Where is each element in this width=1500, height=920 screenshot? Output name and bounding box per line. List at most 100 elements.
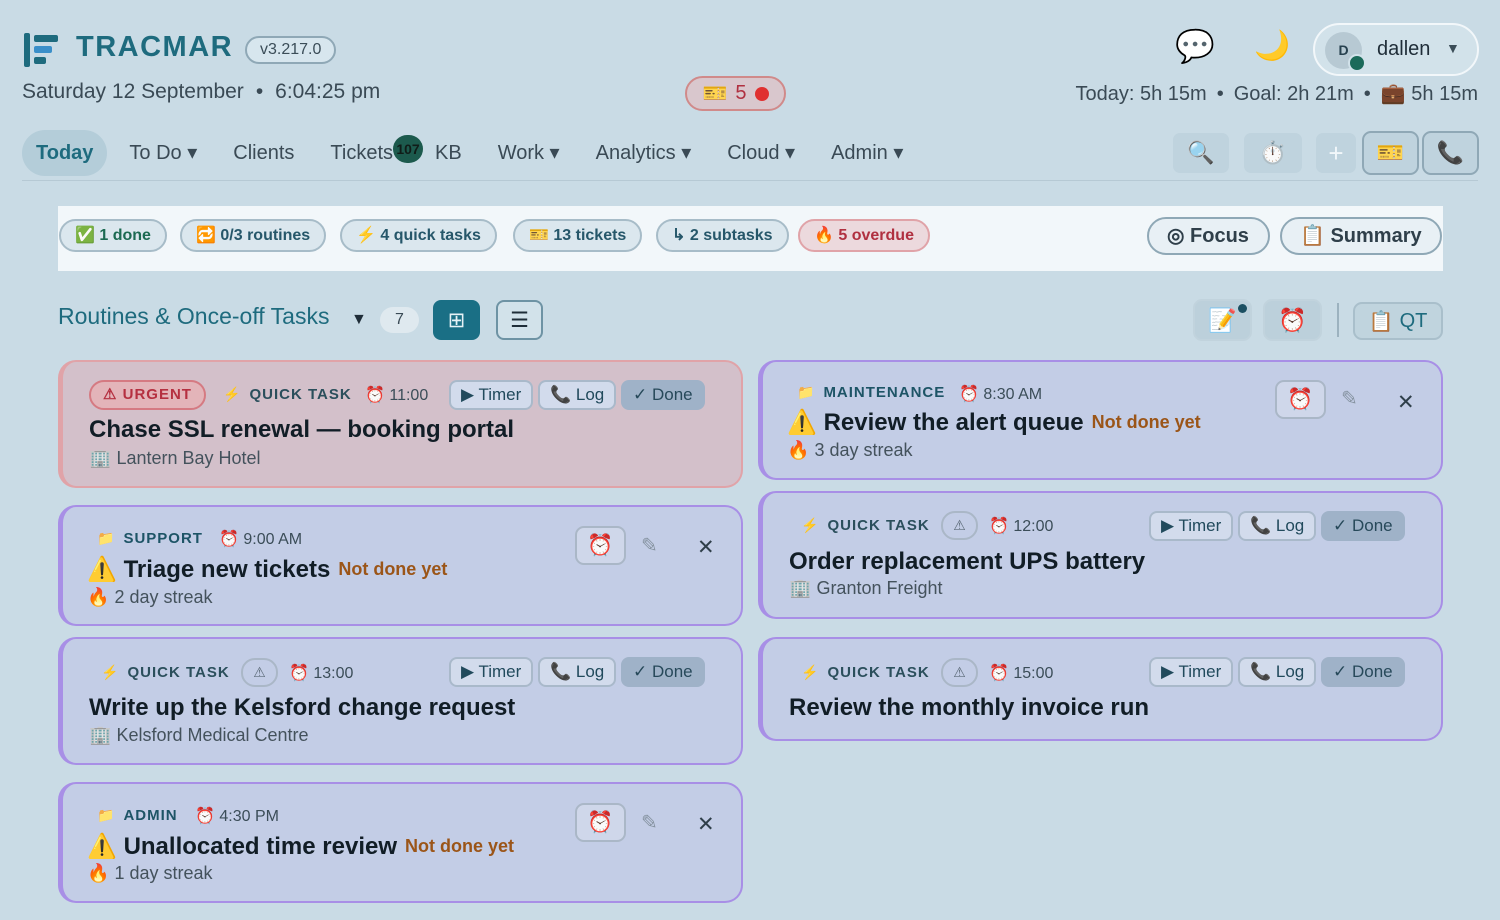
task-title[interactable]: Review the monthly invoice run	[789, 694, 1149, 722]
nav-work[interactable]: Work ▾	[484, 130, 574, 176]
task-title[interactable]: ⚠️ Triage new tickets Not done yet	[87, 555, 447, 584]
nav-cloud[interactable]: Cloud ▾	[713, 130, 809, 176]
timer-button[interactable]: ▶ Timer	[449, 380, 534, 410]
streak-label: 🔥 2 day streak	[87, 587, 213, 607]
add-button[interactable]: +	[1314, 131, 1358, 175]
task-type-tag: ⚡ QUICK TASK	[801, 664, 930, 681]
quick-task-button[interactable]: 📋 QT	[1353, 302, 1443, 340]
task-title[interactable]: ⚠️ Review the alert queue Not done yet	[787, 408, 1201, 437]
task-card[interactable]: ⚡ QUICK TASK ⚠ ⏰ 13:00 ▶ Timer 📞 Log ✓ Do…	[58, 637, 743, 765]
nav-todo[interactable]: To Do ▾	[115, 130, 211, 176]
timer-button[interactable]: ▶ Timer	[449, 657, 534, 687]
dark-mode-moon-icon[interactable]: 🌙	[1254, 32, 1290, 61]
nav-admin[interactable]: Admin ▾	[817, 130, 917, 176]
edit-pencil-icon[interactable]: ✎	[641, 533, 658, 558]
done-button[interactable]: ✓ Done	[1321, 657, 1405, 687]
chip-subtasks[interactable]: ↳ 2 subtasks	[656, 219, 789, 252]
task-card[interactable]: 📁 MAINTENANCE ⏰ 8:30 AM ⏰ ✎ ✕ ⚠️ Review t…	[758, 360, 1443, 480]
mark-urgent-button[interactable]: ⚠	[941, 658, 978, 687]
task-time: ⏰ 4:30 PM	[195, 808, 279, 825]
chip-tickets[interactable]: 🎫 13 tickets	[513, 219, 643, 252]
client-name[interactable]: 🏢 Kelsford Medical Centre	[89, 725, 309, 746]
task-title[interactable]: Order replacement UPS battery	[789, 548, 1145, 576]
ticket-alert-button[interactable]: 🎫 5	[685, 76, 786, 111]
snooze-button[interactable]: ⏰	[575, 803, 626, 842]
stopwatch-button[interactable]: ⏱️	[1242, 131, 1304, 175]
current-date: Saturday 12 September	[22, 80, 244, 103]
alarm-clock-icon: ⏰	[587, 533, 614, 557]
grid-view-button[interactable]: ⊞	[433, 300, 480, 340]
summary-button[interactable]: 📋 Summary	[1280, 217, 1442, 255]
chip-done[interactable]: ✅ 1 done	[59, 219, 167, 252]
focus-button[interactable]: ◎ Focus	[1147, 217, 1270, 255]
warning-icon: ⚠️	[87, 556, 117, 583]
timer-button[interactable]: ▶ Timer	[1149, 511, 1234, 541]
nav-tickets-label: Tickets	[330, 142, 394, 164]
list-view-button[interactable]: ☰	[496, 300, 543, 340]
client-name[interactable]: 🏢 Lantern Bay Hotel	[89, 448, 261, 469]
new-ticket-button[interactable]: 🎫	[1362, 131, 1419, 175]
user-menu[interactable]: D dallen ▼	[1313, 23, 1479, 76]
chip-routines[interactable]: 🔁 0/3 routines	[180, 219, 327, 252]
notes-button[interactable]: 📝	[1193, 299, 1252, 341]
nav-clients[interactable]: Clients	[219, 130, 308, 176]
goal-total: Goal: 2h 21m	[1233, 83, 1354, 105]
edit-pencil-icon[interactable]: ✎	[641, 810, 658, 835]
log-button[interactable]: 📞 Log	[538, 380, 617, 410]
memo-icon: 📝	[1208, 306, 1237, 333]
client-name[interactable]: 🏢 Granton Freight	[789, 578, 943, 599]
done-button[interactable]: ✓ Done	[621, 380, 705, 410]
streak-label: 🔥 3 day streak	[787, 440, 913, 460]
phone-button[interactable]: 📞	[1422, 131, 1479, 175]
mark-urgent-button[interactable]: ⚠	[941, 511, 978, 540]
mark-urgent-button[interactable]: ⚠	[241, 658, 278, 687]
chip-overdue[interactable]: 🔥 5 overdue	[798, 219, 930, 252]
close-icon[interactable]: ✕	[1397, 390, 1415, 415]
log-button[interactable]: 📞 Log	[1238, 511, 1317, 541]
folder-icon: 📁	[97, 530, 116, 546]
urgent-badge: ⚠ URGENT	[89, 380, 206, 410]
task-title[interactable]: Write up the Kelsford change request	[89, 694, 515, 722]
task-card[interactable]: ⚠ URGENT ⚡ QUICK TASK ⏰ 11:00 ▶ Timer 📞 L…	[58, 360, 743, 488]
chip-quick-tasks[interactable]: ⚡ 4 quick tasks	[340, 219, 497, 252]
timer-button[interactable]: ▶ Timer	[1149, 657, 1234, 687]
search-button[interactable]: 🔍	[1171, 131, 1231, 175]
task-card[interactable]: 📁 SUPPORT ⏰ 9:00 AM ⏰ ✎ ✕ ⚠️ Triage new t…	[58, 505, 743, 626]
log-button[interactable]: 📞 Log	[1238, 657, 1317, 687]
task-card[interactable]: 📁 ADMIN ⏰ 4:30 PM ⏰ ✎ ✕ ⚠️ Unallocated ti…	[58, 782, 743, 903]
task-card[interactable]: ⚡ QUICK TASK ⚠ ⏰ 12:00 ▶ Timer 📞 Log ✓ Do…	[758, 491, 1443, 619]
search-icon: 🔍	[1187, 140, 1215, 165]
log-button[interactable]: 📞 Log	[538, 657, 617, 687]
section-title[interactable]: Routines & Once-off Tasks	[58, 303, 329, 330]
task-category-tag: 📁 ADMIN	[97, 807, 178, 824]
close-icon[interactable]: ✕	[697, 812, 715, 837]
fire-icon: 🔥	[787, 440, 810, 460]
folder-icon: 📁	[97, 807, 116, 823]
collapse-caret-icon[interactable]: ▼	[351, 311, 367, 329]
task-title[interactable]: Chase SSL renewal — booking portal	[89, 416, 514, 444]
close-icon[interactable]: ✕	[697, 535, 715, 560]
nav-today[interactable]: Today	[22, 130, 108, 176]
task-card[interactable]: ⚡ QUICK TASK ⚠ ⏰ 15:00 ▶ Timer 📞 Log ✓ Do…	[758, 637, 1443, 741]
clipboard-icon: 📋	[1368, 310, 1394, 333]
chat-icon[interactable]: 💬	[1175, 30, 1215, 62]
reminders-button[interactable]: ⏰	[1263, 299, 1322, 341]
task-title[interactable]: ⚠️ Unallocated time review Not done yet	[87, 832, 514, 861]
fire-icon: 🔥	[87, 863, 110, 883]
snooze-button[interactable]: ⏰	[1275, 380, 1326, 419]
nav-analytics[interactable]: Analytics ▾	[582, 130, 706, 176]
current-time: 6:04:25 pm	[275, 80, 381, 103]
nav-tickets[interactable]: Tickets 107	[316, 130, 424, 176]
online-status-icon	[1348, 54, 1366, 72]
nav-kb[interactable]: KB	[421, 130, 476, 176]
building-icon: 🏢	[789, 578, 812, 598]
snooze-button[interactable]: ⏰	[575, 526, 626, 565]
done-button[interactable]: ✓ Done	[621, 657, 705, 687]
time-stats: Today: 5h 15m • Goal: 2h 21m • 💼 5h 15m	[1075, 83, 1479, 105]
fire-icon: 🔥	[814, 227, 834, 244]
edit-pencil-icon[interactable]: ✎	[1341, 386, 1358, 411]
warning-outline-icon: ⚠	[253, 664, 266, 680]
qt-label: QT	[1399, 309, 1428, 332]
done-button[interactable]: ✓ Done	[1321, 511, 1405, 541]
task-time: ⏰ 9:00 AM	[219, 531, 303, 548]
